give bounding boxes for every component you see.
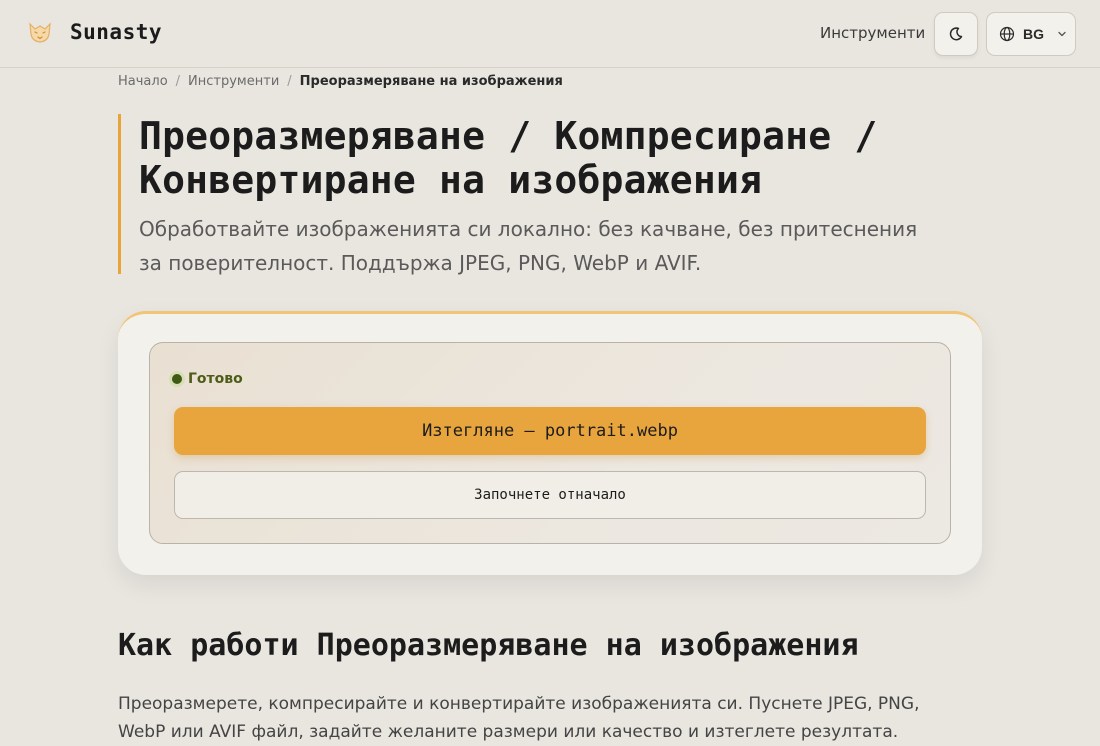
status-label: Готово <box>188 371 243 387</box>
breadcrumb: Начало / Инструменти / Преоразмеряване н… <box>118 74 563 89</box>
status-indicator: Готово <box>172 371 243 387</box>
nav-tools-link[interactable]: Инструменти <box>820 24 925 42</box>
brand[interactable]: Sunasty <box>26 18 162 46</box>
breadcrumb-tools[interactable]: Инструменти <box>188 74 279 89</box>
download-button[interactable]: Изтегляне — portrait.webp <box>174 407 926 455</box>
restart-button[interactable]: Започнете отначало <box>174 471 926 519</box>
top-bar: Sunasty Инструменти BG <box>0 0 1100 68</box>
breadcrumb-separator: / <box>175 74 181 89</box>
tool-card: Готово Изтегляне — portrait.webp Започне… <box>118 311 982 575</box>
language-select-button[interactable]: BG <box>986 12 1076 56</box>
breadcrumb-current: Преоразмеряване на изображения <box>299 74 563 89</box>
breadcrumb-separator: / <box>287 74 292 89</box>
moon-icon <box>949 27 963 41</box>
how-it-works-title: Как работи Преоразмеряване на изображени… <box>118 628 859 663</box>
status-dot <box>172 374 182 384</box>
breadcrumb-home[interactable]: Начало <box>118 74 168 89</box>
chevron-down-icon <box>1058 31 1066 37</box>
fox-logo-icon <box>29 22 51 43</box>
theme-toggle-button[interactable] <box>934 12 978 56</box>
page-title: Преоразмеряване / Компресиране / Конверт… <box>139 114 878 202</box>
language-label: BG <box>1023 26 1044 42</box>
result-panel: Готово Изтегляне — portrait.webp Започне… <box>149 342 951 544</box>
how-it-works-text: Преоразмерете, компресирайте и конвертир… <box>118 694 920 742</box>
globe-icon <box>999 26 1015 42</box>
brand-name: Sunasty <box>70 20 163 44</box>
page-subtitle: Обработвайте изображенията си локално: б… <box>139 217 918 275</box>
hero: Преоразмеряване / Компресиране / Конверт… <box>118 114 978 275</box>
